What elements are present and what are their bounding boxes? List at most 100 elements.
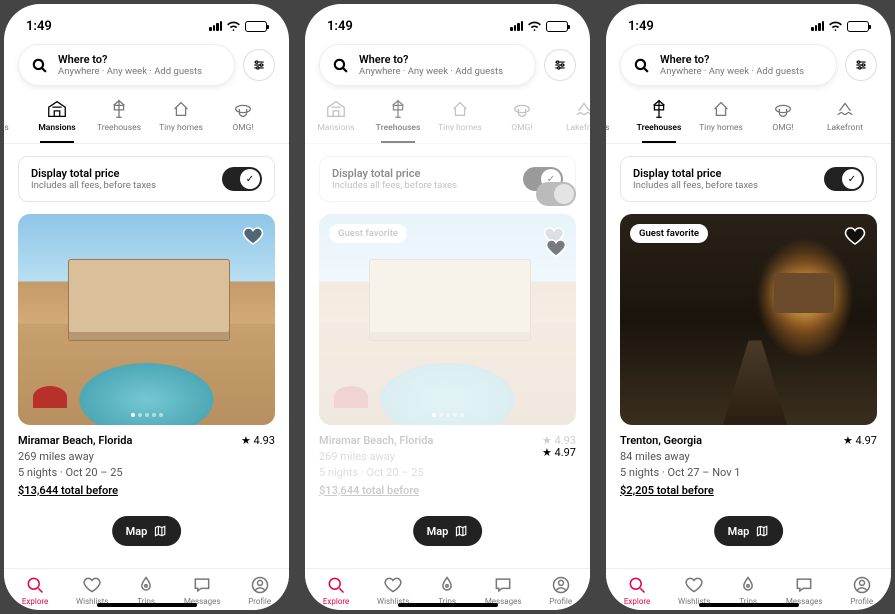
tab-messages[interactable]: Messages xyxy=(184,575,221,606)
listing-card[interactable]: Guest favorite Miramar Beach, Florida ★ … xyxy=(319,214,576,498)
map-button[interactable]: Map xyxy=(112,516,182,546)
category-label: Tiny homes xyxy=(159,123,203,133)
category-label: Mansions xyxy=(317,123,354,133)
tab-wishlists[interactable]: Wishlists xyxy=(76,575,108,606)
listing-distance: 84 miles away xyxy=(620,449,877,465)
tab-label: Explore xyxy=(624,597,650,606)
category-lakefront[interactable]: Lakefront xyxy=(814,94,876,139)
category-bar[interactable]: Mansions Treehouses Tiny homesOMG!Lakefron… xyxy=(305,94,590,144)
tab-wishlists[interactable]: Wishlists xyxy=(678,575,710,606)
filter-button[interactable] xyxy=(845,49,877,81)
battery-icon xyxy=(245,21,267,32)
category-omg[interactable]: OMG! xyxy=(752,94,814,139)
search-title: Where to? xyxy=(660,53,804,66)
tab-explore[interactable]: Explore xyxy=(624,575,650,606)
listing-rating: ★ 4.93 xyxy=(241,433,275,449)
listing-card[interactable]: Miramar Beach, Florida ★ 4.93 269 miles … xyxy=(18,214,275,498)
tab-trips[interactable]: Trips xyxy=(136,575,156,606)
home-indicator xyxy=(97,603,197,607)
tab-profile[interactable]: Profile xyxy=(549,575,572,606)
price-title: Display total price xyxy=(31,167,156,180)
category-label: Lakefront xyxy=(827,123,863,133)
tab-profile[interactable]: Profile xyxy=(850,575,873,606)
wifi-icon xyxy=(226,21,241,32)
category-treehouses[interactable]: Treehouses xyxy=(367,94,429,139)
map-button[interactable]: Map xyxy=(413,516,483,546)
category-label: OMG! xyxy=(772,123,793,133)
status-bar: 1:49 xyxy=(606,4,891,40)
price-toggle[interactable] xyxy=(824,167,864,191)
category-label: nsions xyxy=(606,123,610,133)
wifi-icon xyxy=(527,21,542,32)
category-lakefront[interactable]: Lakefront xyxy=(553,94,590,139)
filter-button[interactable] xyxy=(243,49,275,81)
price-sub: Includes all fees, before taxes xyxy=(332,180,457,191)
category-treehouses[interactable]: Treehouses xyxy=(628,94,690,139)
category-omg[interactable]: OMG! xyxy=(491,94,553,139)
tab-label: Explore xyxy=(323,597,349,606)
tab-wishlists[interactable]: Wishlists xyxy=(377,575,409,606)
price-toggle[interactable] xyxy=(523,167,563,191)
category-mansions[interactable]: Mansions xyxy=(26,94,88,139)
home-indicator xyxy=(699,603,799,607)
filter-button[interactable] xyxy=(544,49,576,81)
listing-photo[interactable]: Guest favorite xyxy=(319,214,576,425)
category-label: itchens xyxy=(4,123,9,133)
category-label: Treehouses xyxy=(637,123,682,133)
category-label: Treehouses xyxy=(97,123,141,133)
search-icon xyxy=(332,57,349,74)
category-lak[interactable]: Lak xyxy=(274,94,289,139)
wishlist-heart-icon[interactable] xyxy=(542,224,566,248)
listing-card[interactable]: Guest favorite Trenton, Georgia ★ 4.97 8… xyxy=(620,214,877,498)
photo-pagination xyxy=(432,413,464,417)
tab-explore[interactable]: Explore xyxy=(22,575,48,606)
category-bar[interactable]: itchens Mansions Treehouses Tiny homes OMG! L… xyxy=(4,94,289,144)
search-pill[interactable]: Where to? Anywhere · Any week · Add gues… xyxy=(319,44,536,86)
category-tinyhomes[interactable]: Tiny homes xyxy=(690,94,752,139)
category-label: Treehouses xyxy=(376,123,421,133)
filter-icon xyxy=(854,58,868,72)
tab-messages[interactable]: Messages xyxy=(485,575,522,606)
category-nsions[interactable]: nsions xyxy=(606,94,628,139)
category-treehouses[interactable]: Treehouses xyxy=(88,94,150,139)
price-title: Display total price xyxy=(332,167,457,180)
map-button[interactable]: Map xyxy=(714,516,784,546)
phone-screen-0: 1:49 Where to? Anywhere · Any week · Add… xyxy=(4,4,289,610)
listing-photo[interactable]: Guest favorite xyxy=(620,214,877,425)
search-pill[interactable]: Where to? Anywhere · Any week · Add gues… xyxy=(18,44,235,86)
tab-label: Profile xyxy=(248,597,271,606)
price-toggle[interactable] xyxy=(222,167,262,191)
wishlist-heart-icon[interactable] xyxy=(843,224,867,248)
cellular-icon xyxy=(811,21,824,31)
search-title: Where to? xyxy=(58,53,202,66)
category-omg[interactable]: OMG! xyxy=(212,94,274,139)
category-mansions[interactable]: Mansions xyxy=(305,94,367,139)
category-label: Tiny homes xyxy=(699,123,743,133)
tab-messages[interactable]: Messages xyxy=(786,575,823,606)
guest-favorite-badge: Guest favorite xyxy=(630,224,708,243)
filter-icon xyxy=(553,58,567,72)
tab-explore[interactable]: Explore xyxy=(323,575,349,606)
battery-icon xyxy=(546,21,568,32)
category-bar[interactable]: nsions Treehouses Tiny homes OMG! Lakefront A… xyxy=(606,94,891,144)
category-label: Mansions xyxy=(38,123,75,133)
search-icon xyxy=(633,57,650,74)
wifi-icon xyxy=(828,21,843,32)
listing-photo[interactable] xyxy=(18,214,275,425)
category-tinyhomes[interactable]: Tiny homes xyxy=(150,94,212,139)
status-time: 1:49 xyxy=(26,19,52,34)
category-tinyhomes[interactable]: Tiny homes xyxy=(429,94,491,139)
tab-profile[interactable]: Profile xyxy=(248,575,271,606)
tab-trips[interactable]: Trips xyxy=(738,575,758,606)
category-itchens[interactable]: itchens xyxy=(4,94,26,139)
home-indicator xyxy=(398,603,498,607)
wishlist-heart-icon[interactable] xyxy=(241,224,265,248)
category-am[interactable]: Am xyxy=(876,94,891,139)
listing-dates: 5 nights · Oct 27 – Nov 1 xyxy=(620,465,877,481)
tab-trips[interactable]: Trips xyxy=(437,575,457,606)
category-label: OMG! xyxy=(232,123,253,133)
search-pill[interactable]: Where to? Anywhere · Any week · Add gues… xyxy=(620,44,837,86)
tab-label: Explore xyxy=(22,597,48,606)
listing-distance: 269 miles away xyxy=(319,449,576,465)
status-time: 1:49 xyxy=(327,19,353,34)
